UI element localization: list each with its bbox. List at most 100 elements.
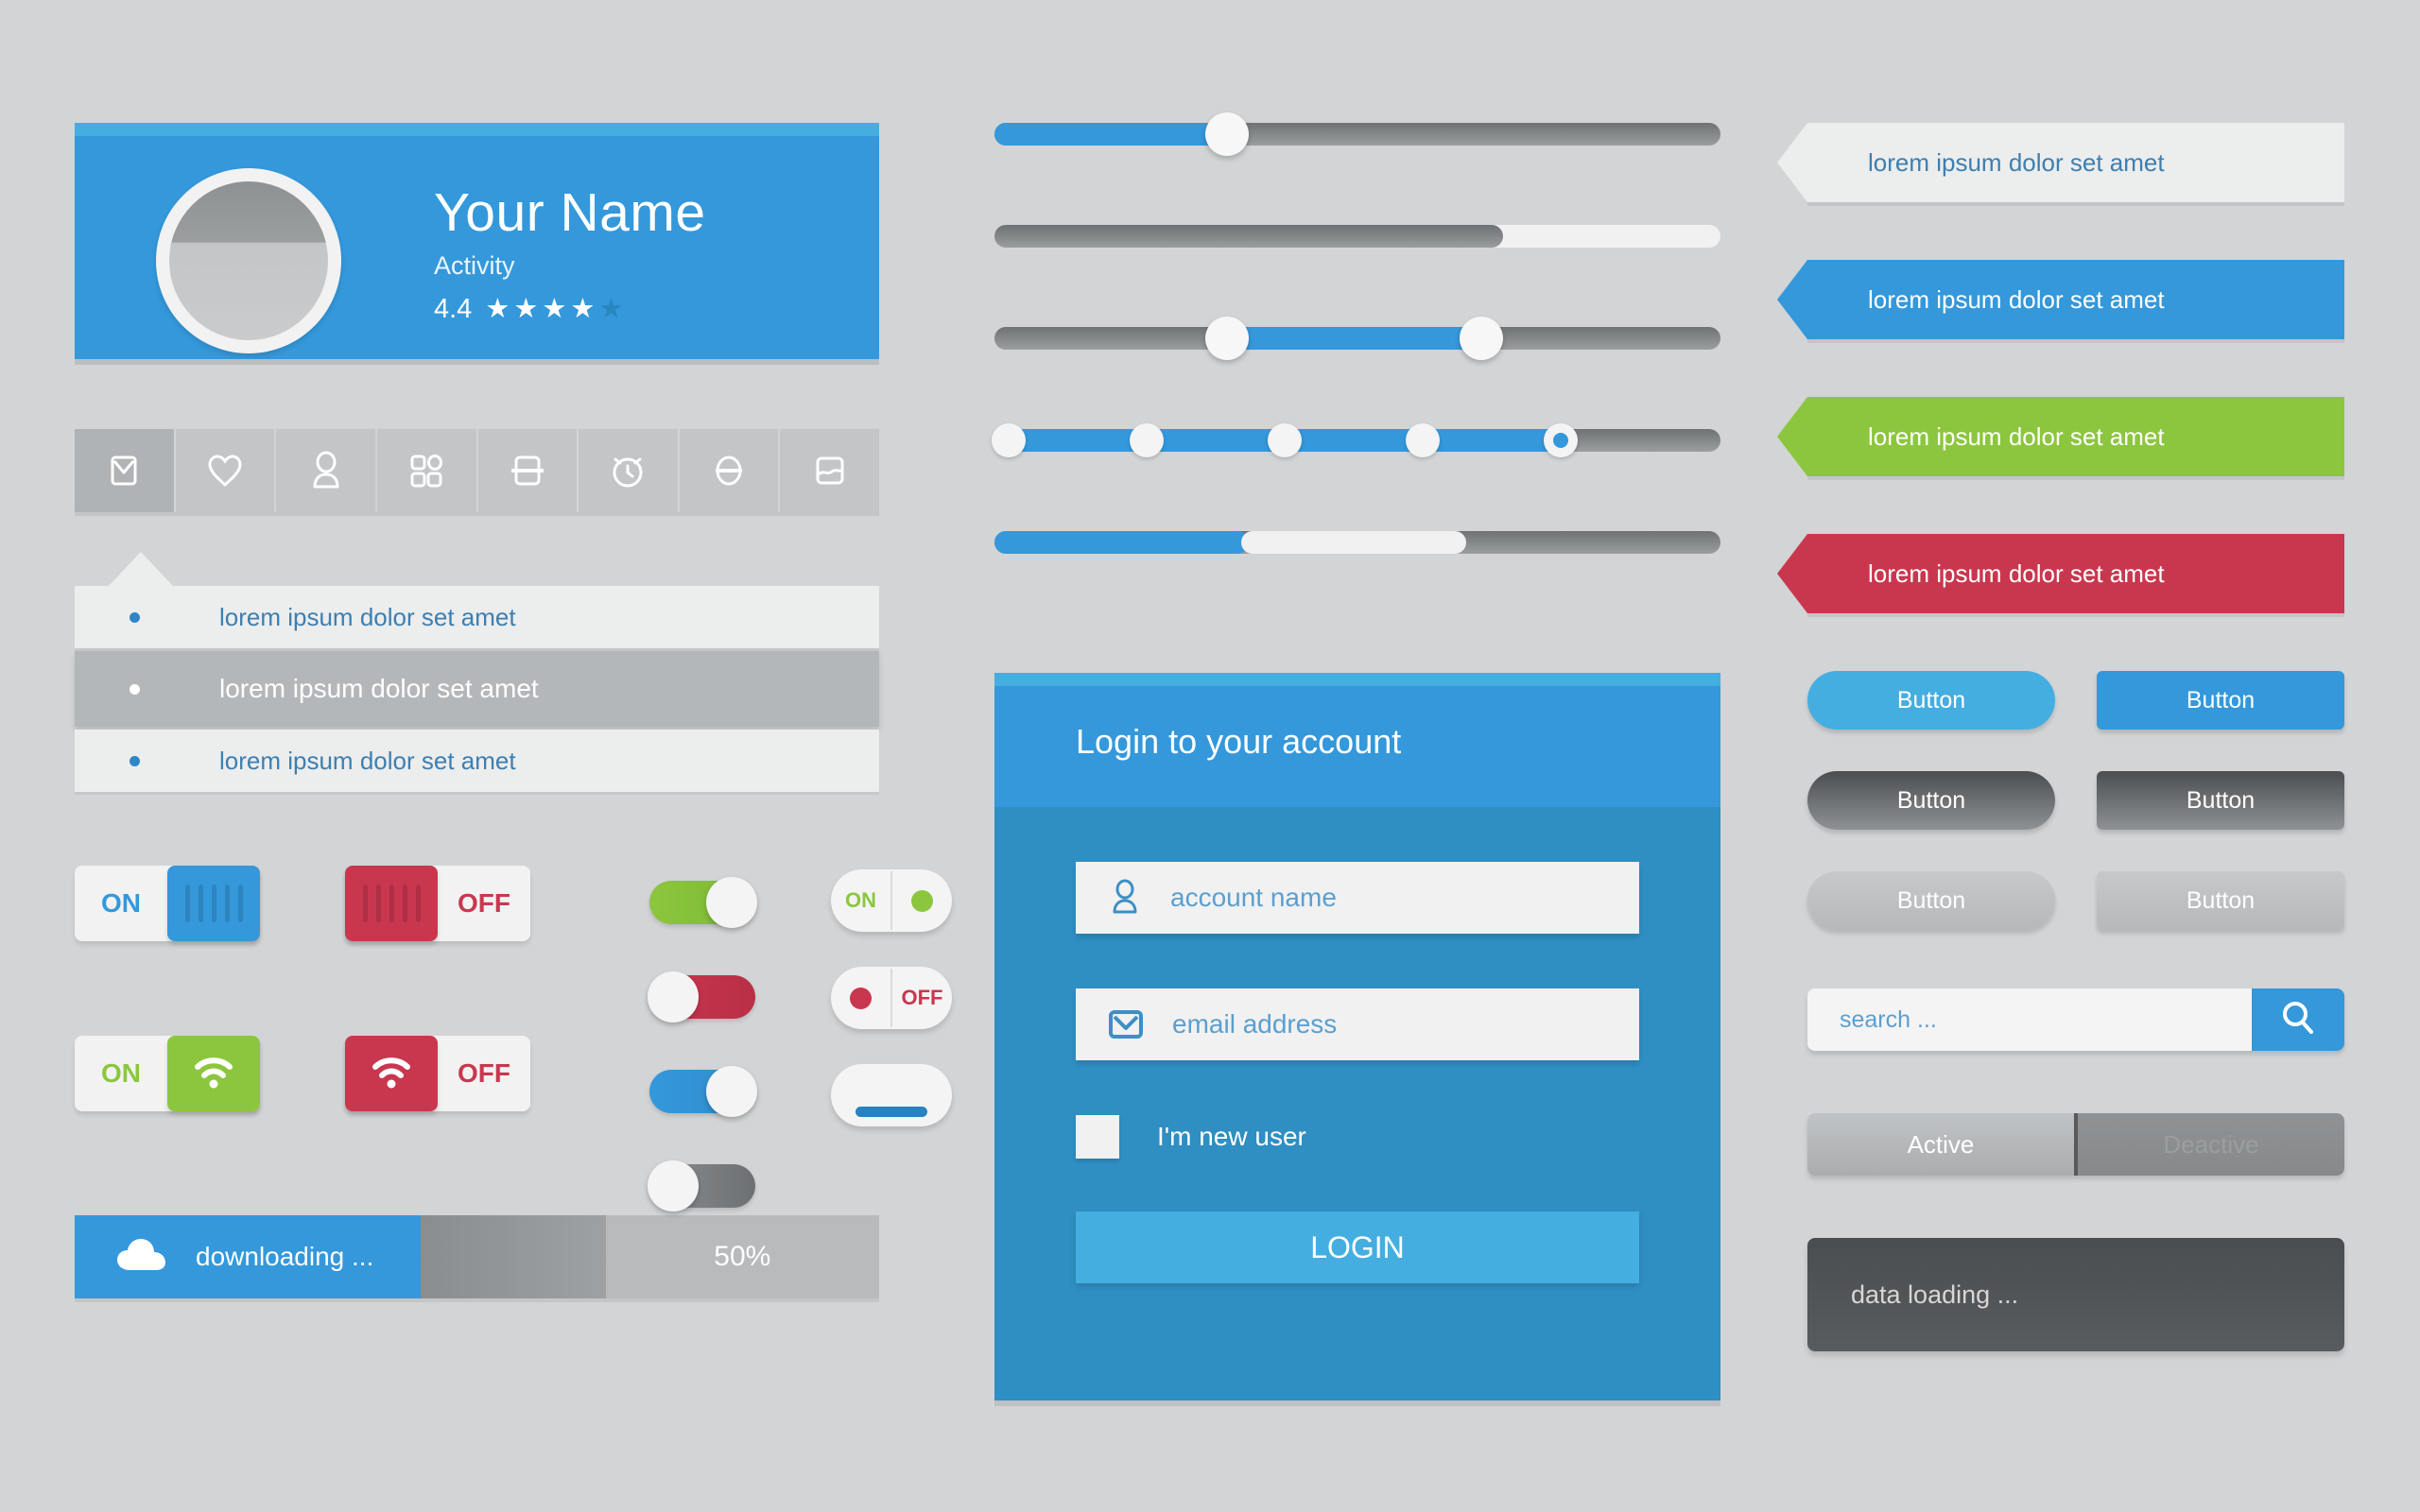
segment-active[interactable]: Active [1807, 1113, 2074, 1176]
login-button[interactable]: LOGIN [1076, 1211, 1639, 1283]
toolbar-item-favorites[interactable] [175, 429, 277, 512]
status-dot-icon [850, 987, 872, 1009]
download-status-label: downloading ... [196, 1242, 374, 1271]
avatar [156, 168, 341, 353]
dropdown-list: lorem ipsum dolor set amet lorem ipsum d… [75, 552, 879, 792]
toggle-knob[interactable] [345, 866, 438, 941]
list-item-selected[interactable]: lorem ipsum dolor set amet [75, 651, 879, 727]
button-dark-pill[interactable]: Button [1807, 771, 2055, 830]
progress-buffer [420, 1215, 606, 1298]
toggle-label: OFF [458, 888, 510, 918]
status-dot-icon [911, 889, 933, 912]
slider-handle-high[interactable] [1459, 317, 1503, 360]
button-primary-pill[interactable]: Button [1807, 671, 2055, 730]
toolbar-item-gallery[interactable] [780, 429, 879, 512]
ribbon-label: lorem ipsum dolor set amet [1868, 147, 2165, 177]
slider-stepped-blue[interactable] [992, 423, 1720, 457]
new-user-row[interactable]: I'm new user [1076, 1115, 1639, 1159]
new-user-checkbox[interactable] [1076, 1115, 1119, 1159]
rating-row: 4.4 ★ ★ ★ ★ ★ [434, 294, 706, 325]
toggle-label: OFF [901, 986, 943, 1009]
segment-indicator-side[interactable] [892, 889, 952, 912]
toggle-knob[interactable] [648, 1160, 699, 1211]
list-item[interactable]: lorem ipsum dolor set amet [75, 730, 879, 792]
slider-handle[interactable] [1204, 112, 1249, 156]
bullet-icon [130, 683, 140, 695]
button-primary-rect[interactable]: Button [2097, 671, 2344, 730]
toggle-knob[interactable] [706, 877, 757, 928]
toggle-switch-wifi-off[interactable]: OFF [345, 1036, 530, 1111]
toolbar-item-apps[interactable] [376, 429, 478, 512]
pill-toggle-green-on[interactable] [649, 877, 757, 928]
bullet-icon [130, 755, 140, 766]
slider-handle-low[interactable] [1204, 317, 1249, 360]
ribbon-label: lorem ipsum dolor set amet [1868, 284, 2165, 314]
toolbar-item-alarm[interactable] [579, 429, 680, 512]
star-icon[interactable]: ★ [513, 296, 538, 323]
image-icon [808, 449, 852, 492]
list-item[interactable]: lorem ipsum dolor set amet [75, 586, 879, 648]
toggle-knob[interactable] [706, 1066, 757, 1117]
button-disabled-rect[interactable]: Button [2097, 871, 2344, 930]
star-icon[interactable]: ★ [570, 296, 595, 323]
toggle-knob[interactable] [345, 1036, 438, 1111]
slider-step-dot-current[interactable] [1544, 423, 1579, 457]
segmented-toggle-on[interactable]: ON [831, 869, 952, 932]
segment-indicator-side[interactable] [831, 987, 890, 1009]
slider-step-dot[interactable] [1268, 423, 1303, 457]
ribbon-banner-blue[interactable]: lorem ipsum dolor set amet [1777, 260, 2344, 339]
toggle-switch-grip-on[interactable]: ON [75, 866, 260, 941]
slider-dark-progress[interactable] [994, 225, 1720, 248]
segment-label-side[interactable]: OFF [892, 986, 952, 1010]
button-disabled-pill[interactable]: Button [1807, 871, 2055, 930]
progress-fill: downloading ... [75, 1215, 421, 1298]
column-middle [992, 112, 1720, 633]
toolbar-item-mail[interactable] [75, 429, 176, 512]
slider-step-dot[interactable] [1406, 423, 1441, 457]
segment-deactive[interactable]: Deactive [2074, 1113, 2344, 1176]
wifi-icon [189, 1052, 238, 1096]
slider-range-blue[interactable] [994, 317, 1720, 360]
button-dark-rect[interactable]: Button [2097, 771, 2344, 830]
toggle-knob[interactable] [167, 1036, 260, 1111]
toolbar-item-archive[interactable] [477, 429, 579, 512]
slider-segmented-blue[interactable] [994, 531, 1720, 554]
toggle-switch-wifi-on[interactable]: ON [75, 1036, 260, 1111]
slider-step-dot[interactable] [992, 423, 1027, 457]
toggle-knob[interactable] [648, 971, 699, 1022]
pill-toggle-grey-off[interactable] [648, 1160, 755, 1211]
star-icon[interactable]: ★ [485, 296, 510, 323]
download-progress-bar[interactable]: downloading ... 50% [75, 1215, 879, 1298]
ribbon-notch-icon [1777, 534, 1807, 613]
star-rating[interactable]: ★ ★ ★ ★ ★ [485, 296, 623, 323]
toolbar-item-profile[interactable] [276, 429, 377, 512]
search-button[interactable] [2252, 988, 2344, 1051]
lock-icon [708, 449, 750, 492]
search-input[interactable]: search ... [1807, 988, 2252, 1051]
segment-label-side[interactable]: ON [831, 888, 890, 913]
slider-step-dot[interactable] [1130, 423, 1165, 457]
bullet-icon [130, 611, 140, 623]
ribbon-label: lorem ipsum dolor set amet [1868, 421, 2165, 451]
login-header: Login to your account [994, 673, 1720, 807]
list-item-label: lorem ipsum dolor set amet [219, 674, 539, 703]
star-icon[interactable]: ★ [542, 296, 566, 323]
ribbon-banner-green[interactable]: lorem ipsum dolor set amet [1777, 397, 2344, 476]
pill-toggle-red-off[interactable] [648, 971, 755, 1022]
segmented-toggle-blank[interactable] [831, 1064, 952, 1126]
toggle-switch-grip-off[interactable]: OFF [345, 866, 530, 941]
loading-status-label: data loading ... [1851, 1280, 2019, 1309]
email-address-field[interactable]: email address [1076, 988, 1639, 1060]
ribbon-banner-red[interactable]: lorem ipsum dolor set amet [1777, 534, 2344, 613]
star-icon-empty[interactable]: ★ [598, 296, 623, 323]
toggle-knob[interactable] [167, 866, 260, 941]
toolbar-item-security[interactable] [679, 429, 781, 512]
user-icon [305, 449, 347, 492]
pill-toggle-blue-on[interactable] [649, 1066, 757, 1117]
card-top-strip [75, 123, 879, 136]
account-name-field[interactable]: account name [1076, 862, 1639, 934]
wifi-icon [367, 1052, 416, 1096]
segmented-toggle-off[interactable]: OFF [831, 967, 952, 1029]
slider-single-blue[interactable] [994, 112, 1720, 156]
ribbon-banner-white[interactable]: lorem ipsum dolor set amet [1777, 123, 2344, 202]
